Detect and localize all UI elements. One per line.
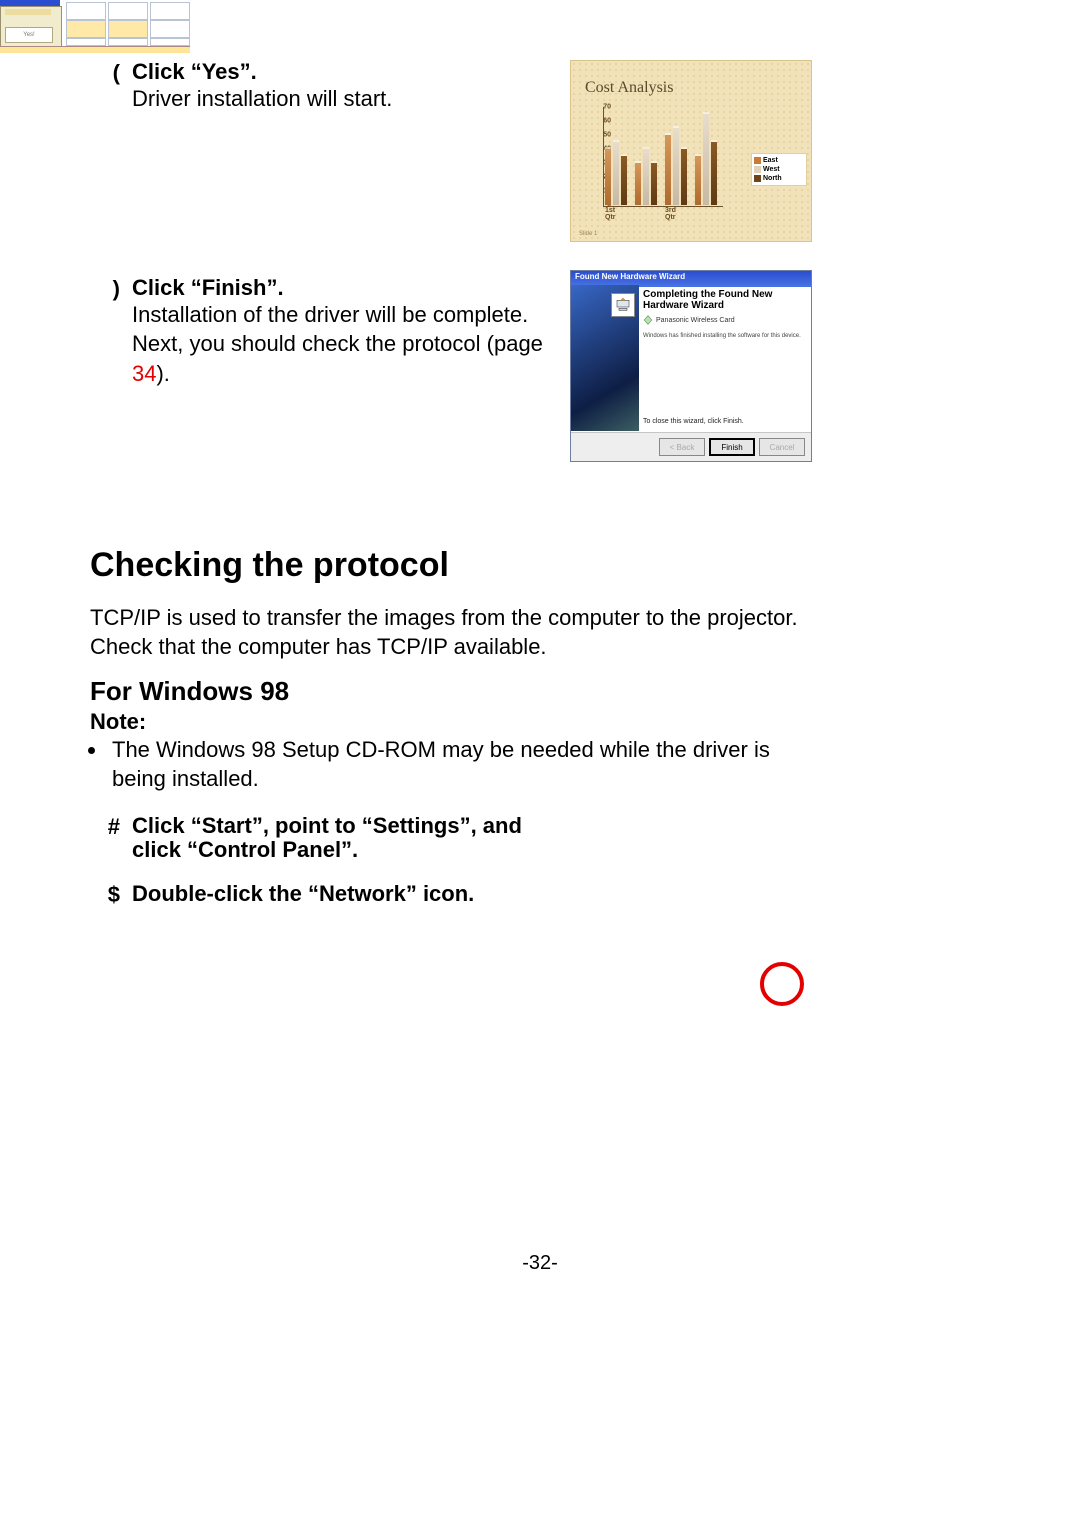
chart-bar: [681, 149, 687, 205]
step-7-marker: (: [90, 60, 120, 86]
protocol-step-2-text: Double-click the “Network” icon.: [132, 882, 572, 906]
step-8-marker: ): [90, 276, 120, 302]
wizard-finish-button[interactable]: Finish: [709, 438, 755, 456]
chart-legend-item: East: [754, 156, 804, 165]
chart-slide-footer: Slide 1: [579, 231, 597, 237]
wizard-status: Windows has finished installing the soft…: [643, 333, 805, 339]
step-8-line2b: ).: [156, 361, 169, 386]
cost-analysis-chart: Cost Analysis 010203040506070 1stQtr3rdQ…: [570, 60, 812, 242]
chart-bar: [651, 163, 657, 205]
section-subtitle: For Windows 98: [90, 676, 820, 707]
step-8-line1: Installation of the driver will be compl…: [132, 302, 528, 327]
wizard-body: Completing the Found New Hardware Wizard…: [643, 289, 805, 339]
chart-plot-area: 010203040506070 1stQtr3rdQtr: [593, 107, 743, 227]
note-item: The Windows 98 Setup CD-ROM may be neede…: [108, 735, 820, 794]
step-8: ) Click “Finish”. Installation of the dr…: [90, 276, 550, 388]
chart-bar: [635, 163, 641, 205]
chart-legend-item: West: [754, 165, 804, 174]
diamond-icon: [643, 315, 653, 325]
step-8-line2a: Next, you should check the protocol (pag…: [132, 331, 543, 356]
wizard-device-name: Panasonic Wireless Card: [656, 317, 735, 324]
chart-bar: [695, 156, 701, 205]
chart-bar: [621, 156, 627, 205]
protocol-step-1: # Click “Start”, point to “Settings”, an…: [132, 814, 572, 862]
wizard-button-row: < Back Finish Cancel: [571, 432, 811, 461]
protocol-step-1-text: Click “Start”, point to “Settings”, and …: [132, 814, 572, 862]
chart-bar: [643, 149, 649, 205]
section-intro: TCP/IP is used to transfer the images fr…: [90, 603, 820, 662]
section-title: Checking the protocol: [90, 546, 820, 585]
note-list: The Windows 98 Setup CD-ROM may be neede…: [108, 735, 820, 794]
hardware-wizard-dialog: Found New Hardware Wizard Completing the…: [570, 270, 812, 462]
page-number: -32-: [0, 1252, 1080, 1275]
chart-bar: [711, 142, 717, 205]
wizard-cancel-button[interactable]: Cancel: [759, 438, 805, 456]
wizard-back-button[interactable]: < Back: [659, 438, 705, 456]
wizard-device-icon: [611, 293, 635, 317]
red-circle-icon: [760, 962, 804, 1006]
chart-bar: [665, 135, 671, 205]
step-8-page-ref: 34: [132, 361, 156, 386]
chart-bar: [703, 114, 709, 205]
thumbnail-button-label: Yes!: [5, 27, 53, 43]
chart-xtick: 1stQtr: [605, 207, 616, 221]
wizard-device: Panasonic Wireless Card: [643, 315, 805, 325]
chart-bar: [673, 128, 679, 205]
wizard-close-text: To close this wizard, click Finish.: [643, 418, 744, 425]
chart-legend: EastWestNorth: [751, 153, 807, 186]
chart-xtick: 3rdQtr: [665, 207, 676, 221]
step-8-title: Click “Finish”.: [132, 276, 550, 300]
section-checking-protocol: Checking the protocol TCP/IP is used to …: [90, 546, 820, 906]
thumbnail-prev-page: Yes!: [0, 0, 190, 52]
chart-bar: [613, 142, 619, 205]
chart-legend-item: North: [754, 174, 804, 183]
chart-bar: [605, 149, 611, 205]
note-label: Note:: [90, 709, 820, 735]
protocol-step-2-marker: $: [90, 882, 120, 908]
protocol-step-1-marker: #: [90, 814, 120, 840]
step-8-body: Installation of the driver will be compl…: [132, 300, 550, 388]
wizard-heading: Completing the Found New Hardware Wizard: [643, 289, 805, 311]
chart-title: Cost Analysis: [585, 79, 673, 97]
protocol-step-2: $ Double-click the “Network” icon.: [132, 882, 572, 906]
